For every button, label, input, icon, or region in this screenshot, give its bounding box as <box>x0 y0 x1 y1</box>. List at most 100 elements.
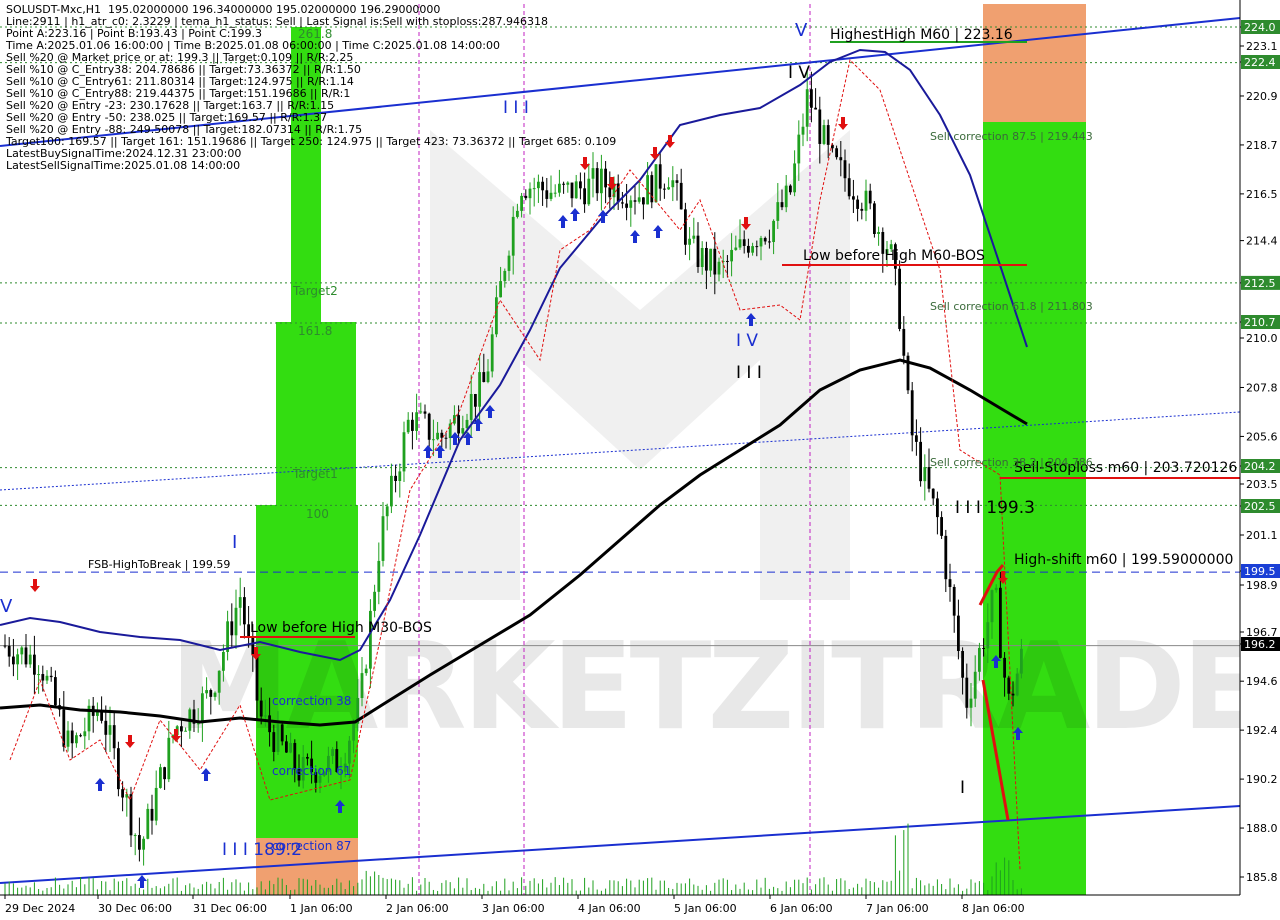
candle-body <box>780 202 784 208</box>
candle-body <box>730 249 733 262</box>
time-tick-label: 5 Jan 06:00 <box>674 902 737 915</box>
highest-high-label: HighestHigh M60 | 223.16 <box>830 27 1013 43</box>
buy-arrow-icon <box>201 768 211 781</box>
candle-body <box>398 471 402 481</box>
buy-arrow-icon <box>95 778 105 791</box>
candle-body <box>532 188 536 190</box>
price-tick-label: 201.1 <box>1246 529 1278 542</box>
high-shift-label: High-shift m60 | 199.59000000 <box>1014 552 1233 568</box>
candle-body <box>957 615 960 651</box>
low-before-high-m60-label: Low before High M60-BOS <box>803 248 985 264</box>
buy-arrow-icon <box>137 875 147 888</box>
wave-i-left-label: I <box>232 532 237 553</box>
candle-body <box>12 656 15 665</box>
candle-body <box>810 89 813 108</box>
candle-body <box>629 200 633 208</box>
candle-body <box>490 334 494 372</box>
candle-body <box>772 220 775 243</box>
time-tick-label: 30 Dec 06:00 <box>98 902 172 915</box>
candle-body <box>860 208 864 211</box>
candle-body <box>973 671 977 699</box>
wave-iii-label: I I I <box>736 363 762 383</box>
candle-body <box>1011 693 1015 696</box>
wave-iii-top-label: I I I <box>503 98 529 118</box>
price-tick-label: 210.0 <box>1246 332 1278 345</box>
candle-body <box>965 677 969 708</box>
price-tick-label: 223.1 <box>1246 40 1278 53</box>
time-tick-label: 4 Jan 06:00 <box>578 902 641 915</box>
candle-body <box>667 187 670 190</box>
candle-body <box>201 693 204 724</box>
candle-body <box>478 372 481 407</box>
candle-body <box>999 587 1002 658</box>
price-tick-label: 205.6 <box>1246 430 1278 443</box>
candle-body <box>238 597 242 608</box>
candle-body <box>789 185 792 193</box>
candle-body <box>159 767 162 788</box>
candle-body <box>49 675 53 678</box>
candle-body <box>717 261 721 275</box>
candle-body <box>465 419 469 429</box>
candle-body <box>196 723 200 725</box>
candle-body <box>948 579 952 587</box>
candle-body <box>16 654 19 665</box>
price-tick-label: 190.2 <box>1246 773 1278 786</box>
candle-body <box>969 698 973 708</box>
price-chart[interactable]: MARKETZITRADE HighestHigh M60 | 223.16 Low… <box>0 0 1280 920</box>
price-tick-label: 220.9 <box>1246 90 1278 103</box>
fib-2618-label: 261.8 <box>298 27 332 41</box>
candle-body <box>230 621 234 636</box>
candle-body <box>348 740 351 764</box>
wave-iv-top-label: I V <box>788 63 810 83</box>
candle-body <box>826 125 830 145</box>
candle-body <box>734 247 738 250</box>
candle-body <box>495 297 498 335</box>
candle-body <box>352 723 355 741</box>
price-tick-label: 212.5 <box>1244 277 1276 290</box>
price-tick-label: 203.5 <box>1246 478 1278 491</box>
candle-body <box>608 187 612 198</box>
candle-body <box>600 168 603 194</box>
candle-body <box>814 107 817 110</box>
candle-body <box>461 428 465 434</box>
candle-body <box>390 475 393 507</box>
buy-arrow-icon <box>653 225 663 238</box>
price-tick-label: 222.4 <box>1244 56 1276 69</box>
candle-body <box>133 835 137 837</box>
candle-body <box>524 195 528 199</box>
sell-correction-382-label: Sell correction 38.2 | 204.786 <box>930 456 1093 469</box>
time-tick-label: 6 Jan 06:00 <box>770 902 833 915</box>
candle-body <box>1003 657 1006 678</box>
candle-body <box>549 192 553 199</box>
candle-body <box>213 692 217 697</box>
candle-body <box>415 412 418 431</box>
candle-body <box>3 645 7 647</box>
candle-body <box>868 190 872 204</box>
candle-body <box>759 237 763 247</box>
candle-body <box>663 188 666 190</box>
candle-body <box>898 268 901 329</box>
candle-body <box>373 591 376 611</box>
candle-body <box>163 767 166 780</box>
candle-body <box>793 163 796 193</box>
candle-body <box>545 190 549 199</box>
candle-body <box>511 216 515 256</box>
price-tick-label: 202.5 <box>1244 500 1276 513</box>
candle-body <box>856 199 859 209</box>
candle-body <box>104 720 108 735</box>
candle-body <box>222 651 225 671</box>
candle-body <box>528 188 532 199</box>
candle-body <box>537 181 540 189</box>
candle-body <box>579 181 582 189</box>
candle-body <box>100 711 103 721</box>
candle-body <box>33 654 36 675</box>
candle-body <box>306 757 309 759</box>
candle-body <box>423 411 427 414</box>
chart-window: MARKETZITRADE HighestHigh M60 | 223.16 Low… <box>0 0 1280 920</box>
watermark-text: MARKETZITRADE <box>170 618 1260 757</box>
candle-body <box>385 506 389 517</box>
candle-body <box>146 808 150 839</box>
candle-body <box>835 148 838 158</box>
time-tick-label: 29 Dec 2024 <box>5 902 75 915</box>
candle-body <box>268 715 271 733</box>
